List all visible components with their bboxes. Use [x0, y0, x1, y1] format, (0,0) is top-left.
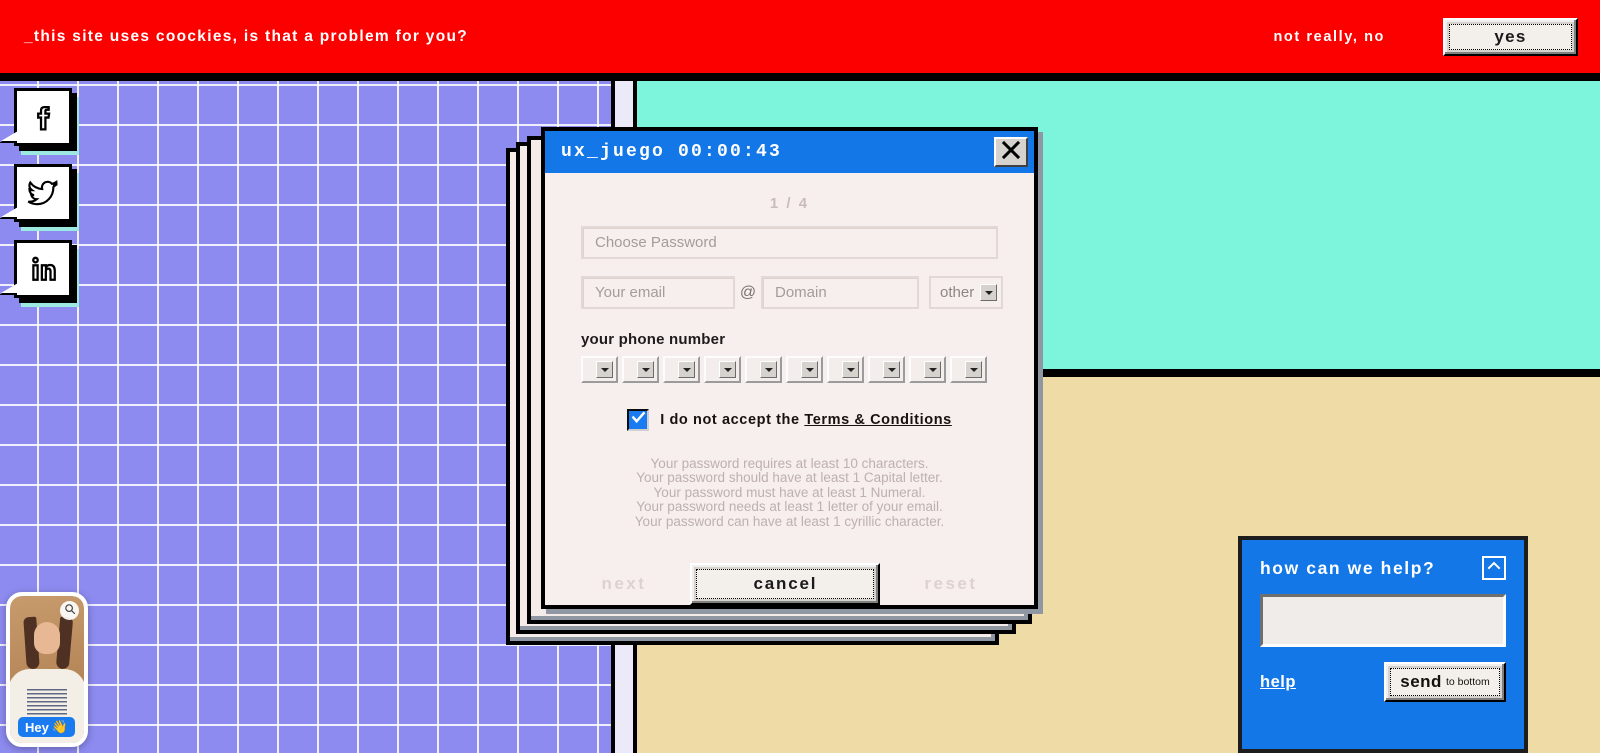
- phone-digit-select[interactable]: [950, 356, 987, 383]
- chat-send-label: send: [1400, 672, 1442, 691]
- video-person-shirt-print: [27, 689, 67, 717]
- next-button[interactable]: next: [595, 573, 652, 595]
- terms-row: I do not accept the Terms & Conditions: [581, 409, 998, 431]
- page-indicator: 1 / 4: [769, 195, 810, 212]
- password-rule: Your password requires at least 10 chara…: [650, 456, 929, 471]
- password-rule: Your password needs at least 1 letter of…: [636, 499, 943, 515]
- at-symbol: @: [739, 283, 757, 301]
- chevron-down-icon: [801, 361, 818, 378]
- dialog-close-button[interactable]: [994, 137, 1028, 167]
- password-rule: Your password should have at least 1 Cap…: [636, 470, 943, 486]
- password-rule: Your password can have at least 1 cyrill…: [634, 513, 945, 529]
- video-widget[interactable]: Hey 👋: [6, 592, 88, 747]
- domain-input[interactable]: [761, 276, 919, 309]
- phone-digit-select[interactable]: [581, 356, 618, 383]
- video-greeting-badge[interactable]: Hey 👋: [18, 717, 76, 737]
- chevron-up-icon: [1487, 559, 1501, 578]
- terms-checkbox[interactable]: [627, 409, 650, 431]
- dialog-body: 1 / 4 @ other your phone number: [545, 173, 1034, 605]
- close-icon: [1001, 140, 1021, 165]
- chevron-down-icon: [924, 361, 941, 378]
- cancel-button-label: cancel: [696, 568, 875, 599]
- terms-label: I do not accept the Terms & Conditions: [660, 412, 952, 428]
- phone-digit-select[interactable]: [663, 356, 700, 383]
- chevron-down-icon: [678, 361, 695, 378]
- email-input[interactable]: [581, 276, 735, 309]
- magnifier-icon: [64, 602, 76, 620]
- chevron-down-icon: [965, 361, 982, 378]
- domain-select-value: other: [940, 284, 975, 301]
- cancel-button[interactable]: cancel: [690, 562, 881, 605]
- chevron-down-icon: [596, 361, 613, 378]
- chat-widget: how can we help? help send to bottom: [1238, 536, 1528, 753]
- phone-label: your phone number: [581, 331, 726, 348]
- social-link-facebook[interactable]: [14, 88, 72, 146]
- chevron-down-icon: [883, 361, 900, 378]
- password-input[interactable]: [581, 226, 998, 259]
- password-rules: Your password requires at least 10 chara…: [581, 456, 998, 529]
- phone-digit-select[interactable]: [827, 356, 864, 383]
- waving-hand-icon: 👋: [51, 719, 69, 734]
- email-row: @ other: [581, 276, 1003, 309]
- facebook-icon: [26, 100, 60, 134]
- video-thumbnail: Hey 👋: [10, 596, 84, 743]
- chat-collapse-button[interactable]: [1482, 556, 1506, 580]
- chat-header: how can we help?: [1260, 556, 1506, 580]
- password-row: [581, 226, 998, 259]
- chat-send-sublabel: to bottom: [1445, 676, 1490, 688]
- social-link-twitter[interactable]: [14, 164, 72, 222]
- chevron-down-icon: [980, 284, 997, 301]
- phone-digit-select[interactable]: [909, 356, 946, 383]
- video-badge-label: Hey: [25, 719, 49, 735]
- domain-select-wrapper: other: [929, 276, 1003, 309]
- phone-digit-select[interactable]: [786, 356, 823, 383]
- phone-digit-select[interactable]: [704, 356, 741, 383]
- chat-send-inner: send to bottom: [1390, 668, 1500, 696]
- phone-select-row: [581, 356, 998, 383]
- dialog-footer: next cancel reset: [581, 562, 998, 605]
- chevron-down-icon: [719, 361, 736, 378]
- terms-and-conditions-link[interactable]: Terms & Conditions: [804, 412, 951, 428]
- chevron-down-icon: [760, 361, 777, 378]
- domain-select[interactable]: other: [929, 276, 1003, 309]
- phone-digit-select[interactable]: [745, 356, 782, 383]
- check-icon: [631, 410, 646, 430]
- page-root: _this site uses coockies, is that a prob…: [0, 0, 1600, 753]
- chat-help-link[interactable]: help: [1260, 673, 1296, 692]
- dialog-titlebar[interactable]: ux_juego 00:00:43: [545, 131, 1034, 173]
- chat-footer: help send to bottom: [1260, 662, 1506, 702]
- linkedin-icon: [26, 252, 60, 286]
- cookie-actions: not really, no yes: [1273, 17, 1578, 56]
- cookie-banner: _this site uses coockies, is that a prob…: [0, 0, 1600, 77]
- chat-title: how can we help?: [1260, 557, 1436, 578]
- social-link-linkedin[interactable]: [14, 240, 72, 298]
- video-person-head: [34, 622, 60, 655]
- cookie-decline-link[interactable]: not really, no: [1273, 29, 1385, 45]
- twitter-icon: [26, 176, 60, 210]
- terms-text: I do not accept the: [660, 412, 800, 428]
- signup-dialog: ux_juego 00:00:43 1 / 4 @: [541, 127, 1038, 609]
- chevron-down-icon: [637, 361, 654, 378]
- chat-message-input[interactable]: [1260, 594, 1506, 647]
- reset-button[interactable]: reset: [918, 573, 983, 595]
- cookie-message: _this site uses coockies, is that a prob…: [24, 27, 469, 45]
- social-links: [14, 88, 72, 298]
- chevron-down-icon: [842, 361, 859, 378]
- phone-digit-select[interactable]: [622, 356, 659, 383]
- cookie-accept-label: yes: [1449, 23, 1572, 50]
- video-expand-button[interactable]: [60, 601, 79, 620]
- password-rule: Your password must have at least 1 Numer…: [653, 484, 926, 500]
- phone-digit-select[interactable]: [868, 356, 905, 383]
- cookie-accept-button[interactable]: yes: [1443, 17, 1578, 56]
- chat-send-button[interactable]: send to bottom: [1384, 662, 1506, 702]
- dialog-title: ux_juego 00:00:43: [561, 142, 783, 162]
